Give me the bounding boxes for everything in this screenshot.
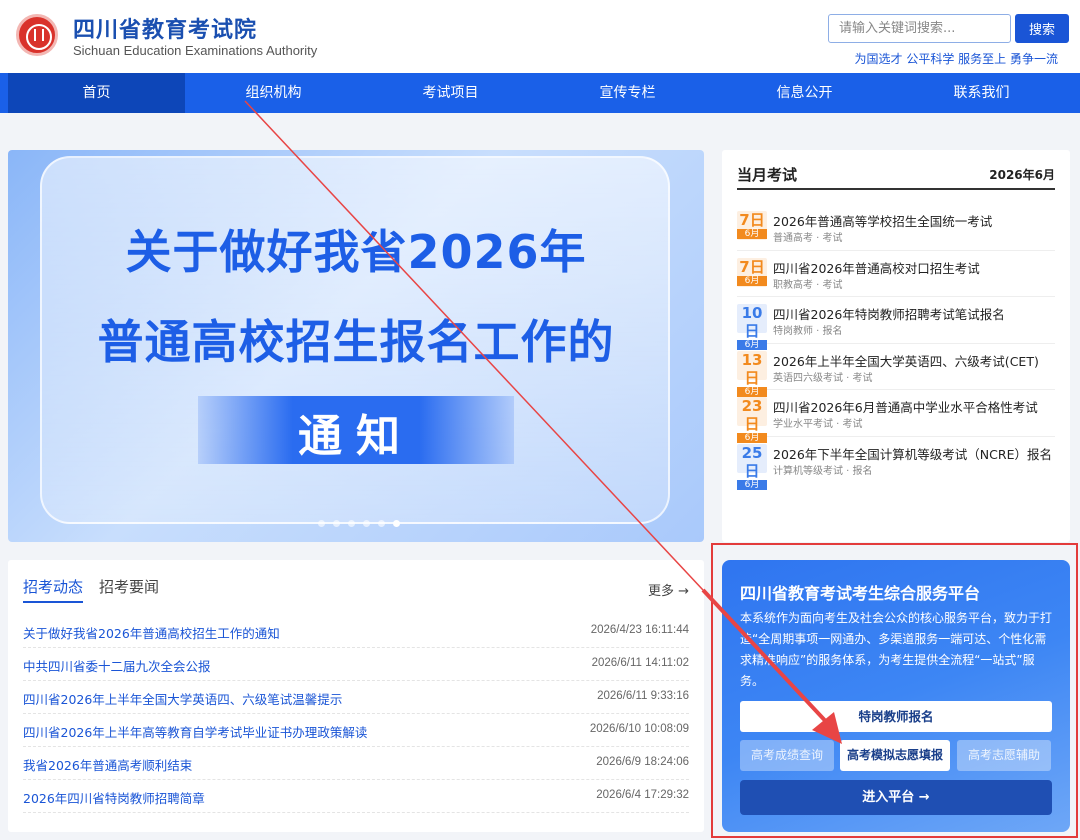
- banner-headline-line2: 普通高校招生报名工作的: [97, 315, 615, 369]
- exam-title[interactable]: 四川省2026年普通高校对口招生考试: [773, 258, 980, 277]
- date-badge: 23日 6月: [737, 397, 767, 444]
- date-day: 13日: [741, 350, 763, 387]
- tab-admission-news[interactable]: 招考动态: [23, 576, 84, 603]
- news-title-link[interactable]: 四川省2026年上半年高等教育自学考试毕业证书办理政策解读: [23, 722, 367, 741]
- date-day: 23日: [741, 397, 763, 434]
- exam-category: 普通高考 · 考试: [773, 233, 843, 244]
- search-button[interactable]: 搜索: [1015, 14, 1069, 43]
- exam-row[interactable]: 10日 6月 四川省2026年特岗教师招聘考试笔试报名特岗教师 · 报名: [737, 297, 1055, 351]
- exam-row[interactable]: 25日 6月 2026年下半年全国计算机等级考试（NCRE）报名计算机等级考试 · …: [737, 437, 1055, 490]
- news-date: 2026/6/10 10:08:09: [589, 723, 689, 735]
- news-date: 2026/4/23 16:11:44: [590, 624, 689, 636]
- monthly-exams-panel: 当月考试 2026年6月 7日 6月 2026年普通高等学校招生全国统一考试 普通高考…: [722, 150, 1070, 542]
- news-row: 我省2026年普通高考顺利结束 2026/6/9 18:24:06: [23, 747, 689, 780]
- date-day: 7日: [739, 211, 765, 229]
- carousel-dot[interactable]: [378, 520, 385, 527]
- emblem-logo-icon[interactable]: [16, 14, 58, 56]
- slogan: 为国选才 公平科学 服务至上 勇争一流: [854, 52, 1058, 66]
- news-row: 中共四川省委十二届九次全会公报 2026/6/11 14:11:02: [23, 648, 689, 681]
- exam-title[interactable]: 2026年下半年全国计算机等级考试（NCRE）报名: [773, 444, 1052, 463]
- date-badge: 13日 6月: [737, 350, 767, 397]
- monthly-exams-header: 当月考试 2026年6月: [737, 164, 1055, 190]
- news-title-link[interactable]: 2026年四川省特岗教师招聘简章: [23, 788, 205, 807]
- exam-title[interactable]: 2026年普通高等学校招生全国统一考试: [773, 211, 992, 230]
- platform-description: 本系统作为面向考生及社会公众的核心服务平台，致力于打造“全周期事项一网通办、多渠…: [740, 611, 1053, 688]
- date-month: 6月: [737, 229, 767, 239]
- date-month: 6月: [737, 479, 767, 490]
- date-month: 6月: [737, 275, 767, 286]
- monthly-exams-title: 当月考试: [737, 166, 798, 184]
- more-link[interactable]: 更多 →: [648, 580, 689, 599]
- date-badge: 7日 6月: [737, 211, 767, 240]
- banner-headline-line3: 通知: [298, 411, 414, 462]
- news-date: 2026/6/11 9:33:16: [597, 690, 689, 702]
- news-row: 2026年四川省特岗教师招聘简章 2026/6/4 17:29:32: [23, 780, 689, 813]
- tab-admission-highlights[interactable]: 招考要闻: [99, 576, 159, 597]
- monthly-exams-month: 2026年6月: [989, 168, 1055, 182]
- nav-item-information[interactable]: 信息公开: [716, 73, 893, 113]
- nav-item-exam-projects[interactable]: 考试项目: [362, 73, 539, 113]
- date-badge: 7日 6月: [737, 257, 767, 287]
- exam-title[interactable]: 四川省2026年特岗教师招聘考试笔试报名: [773, 304, 1005, 323]
- carousel-indicators: [318, 520, 400, 527]
- exam-row[interactable]: 7日 6月 四川省2026年普通高校对口招生考试职教高考 · 考试: [737, 251, 1055, 298]
- news-title-link[interactable]: 四川省2026年上半年全国大学英语四、六级笔试温馨提示: [23, 689, 342, 708]
- service-platform-card: 四川省教育考试考生综合服务平台 本系统作为面向考生及社会公众的核心服务平台，致力…: [722, 560, 1070, 832]
- date-day: 7日: [739, 257, 765, 276]
- carousel-dot[interactable]: [333, 520, 340, 527]
- exam-category: 计算机等级考试 · 报名: [773, 465, 873, 477]
- main-nav: 首页 组织机构 考试项目 宣传专栏 信息公开 联系我们: [0, 73, 1080, 113]
- news-panel: 招考动态 招考要闻 更多 → 关于做好我省2026年普通高校招生工作的通知 202…: [8, 560, 704, 832]
- nav-item-contact[interactable]: 联系我们: [893, 73, 1070, 113]
- site-subtitle: Sichuan Education Examinations Authority: [73, 43, 318, 58]
- date-badge: 25日 6月: [737, 443, 767, 490]
- platform-title: 四川省教育考试考生综合服务平台: [740, 584, 981, 603]
- search-input[interactable]: [828, 14, 1011, 43]
- carousel-dot-active[interactable]: [393, 520, 400, 527]
- exam-row[interactable]: 23日 6月 四川省2026年6月普通高中学业水平合格性考试学业水平考试 · 考试: [737, 390, 1055, 444]
- exam-category: 英语四六级考试 · 考试: [773, 372, 873, 384]
- news-date: 2026/6/9 18:24:06: [596, 756, 689, 768]
- nav-item-publicity[interactable]: 宣传专栏: [539, 73, 716, 113]
- date-day: 25日: [741, 443, 763, 480]
- exam-list: 7日 6月 2026年普通高等学校招生全国统一考试 普通高考 · 考试 7日 6月 四川省2…: [737, 204, 1055, 490]
- news-title-link[interactable]: 关于做好我省2026年普通高校招生工作的通知: [23, 623, 280, 642]
- exam-category: 学业水平考试 · 考试: [773, 419, 863, 431]
- application-assist-button[interactable]: 高考志愿辅助: [957, 740, 1051, 771]
- news-title-link[interactable]: 我省2026年普通高考顺利结束: [23, 755, 192, 774]
- site-header: 四川省教育考试院 Sichuan Education Examinations …: [0, 0, 1080, 73]
- score-query-button[interactable]: 高考成绩查询: [740, 740, 834, 771]
- date-day: 10日: [741, 304, 763, 341]
- exam-title[interactable]: 2026年上半年全国大学英语四、六级考试(CET): [773, 351, 1039, 370]
- exam-row[interactable]: 7日 6月 2026年普通高等学校招生全国统一考试普通高考 · 考试: [737, 204, 1055, 251]
- nav-item-organization[interactable]: 组织机构: [185, 73, 362, 113]
- carousel-dot[interactable]: [363, 520, 370, 527]
- exam-row[interactable]: 13日 6月 2026年上半年全国大学英语四、六级考试(CET) 英语四六级考试 · …: [737, 344, 1055, 397]
- date-badge: 10日 6月: [737, 304, 767, 351]
- carousel-dot[interactable]: [318, 520, 325, 527]
- news-row: 关于做好我省2026年普通高校招生工作的通知 2026/4/23 16:11:44: [23, 615, 689, 648]
- news-title-link[interactable]: 中共四川省委十二届九次全会公报: [23, 656, 211, 675]
- banner-carousel[interactable]: 关于做好我省2026年 普通高校招生报名工作的 通知: [8, 150, 704, 542]
- nav-item-home[interactable]: 首页: [8, 73, 185, 113]
- news-row: 四川省2026年上半年高等教育自学考试毕业证书办理政策解读 2026/6/10 1…: [23, 714, 689, 747]
- news-row: 四川省2026年上半年全国大学英语四、六级笔试温馨提示 2026/6/11 9:3…: [23, 681, 689, 714]
- news-date: 2026/6/4 17:29:32: [596, 789, 689, 801]
- carousel-dot[interactable]: [348, 520, 355, 527]
- news-date: 2026/6/11 14:11:02: [591, 657, 689, 669]
- exam-category: 职教高考 · 考试: [773, 279, 843, 291]
- exam-title[interactable]: 四川省2026年6月普通高中学业水平合格性考试: [773, 397, 1038, 416]
- teacher-registration-button[interactable]: 特岗教师报名: [740, 701, 1052, 732]
- exam-category: 特岗教师 · 报名: [773, 326, 843, 338]
- banner-headline-line1: 关于做好我省2026年: [125, 225, 587, 279]
- news-list: 关于做好我省2026年普通高校招生工作的通知 2026/4/23 16:11:44…: [23, 615, 689, 813]
- site-title[interactable]: 四川省教育考试院: [73, 12, 257, 44]
- enter-platform-button[interactable]: 进入平台 →: [740, 780, 1052, 815]
- mock-application-button[interactable]: 高考模拟志愿填报: [840, 740, 950, 771]
